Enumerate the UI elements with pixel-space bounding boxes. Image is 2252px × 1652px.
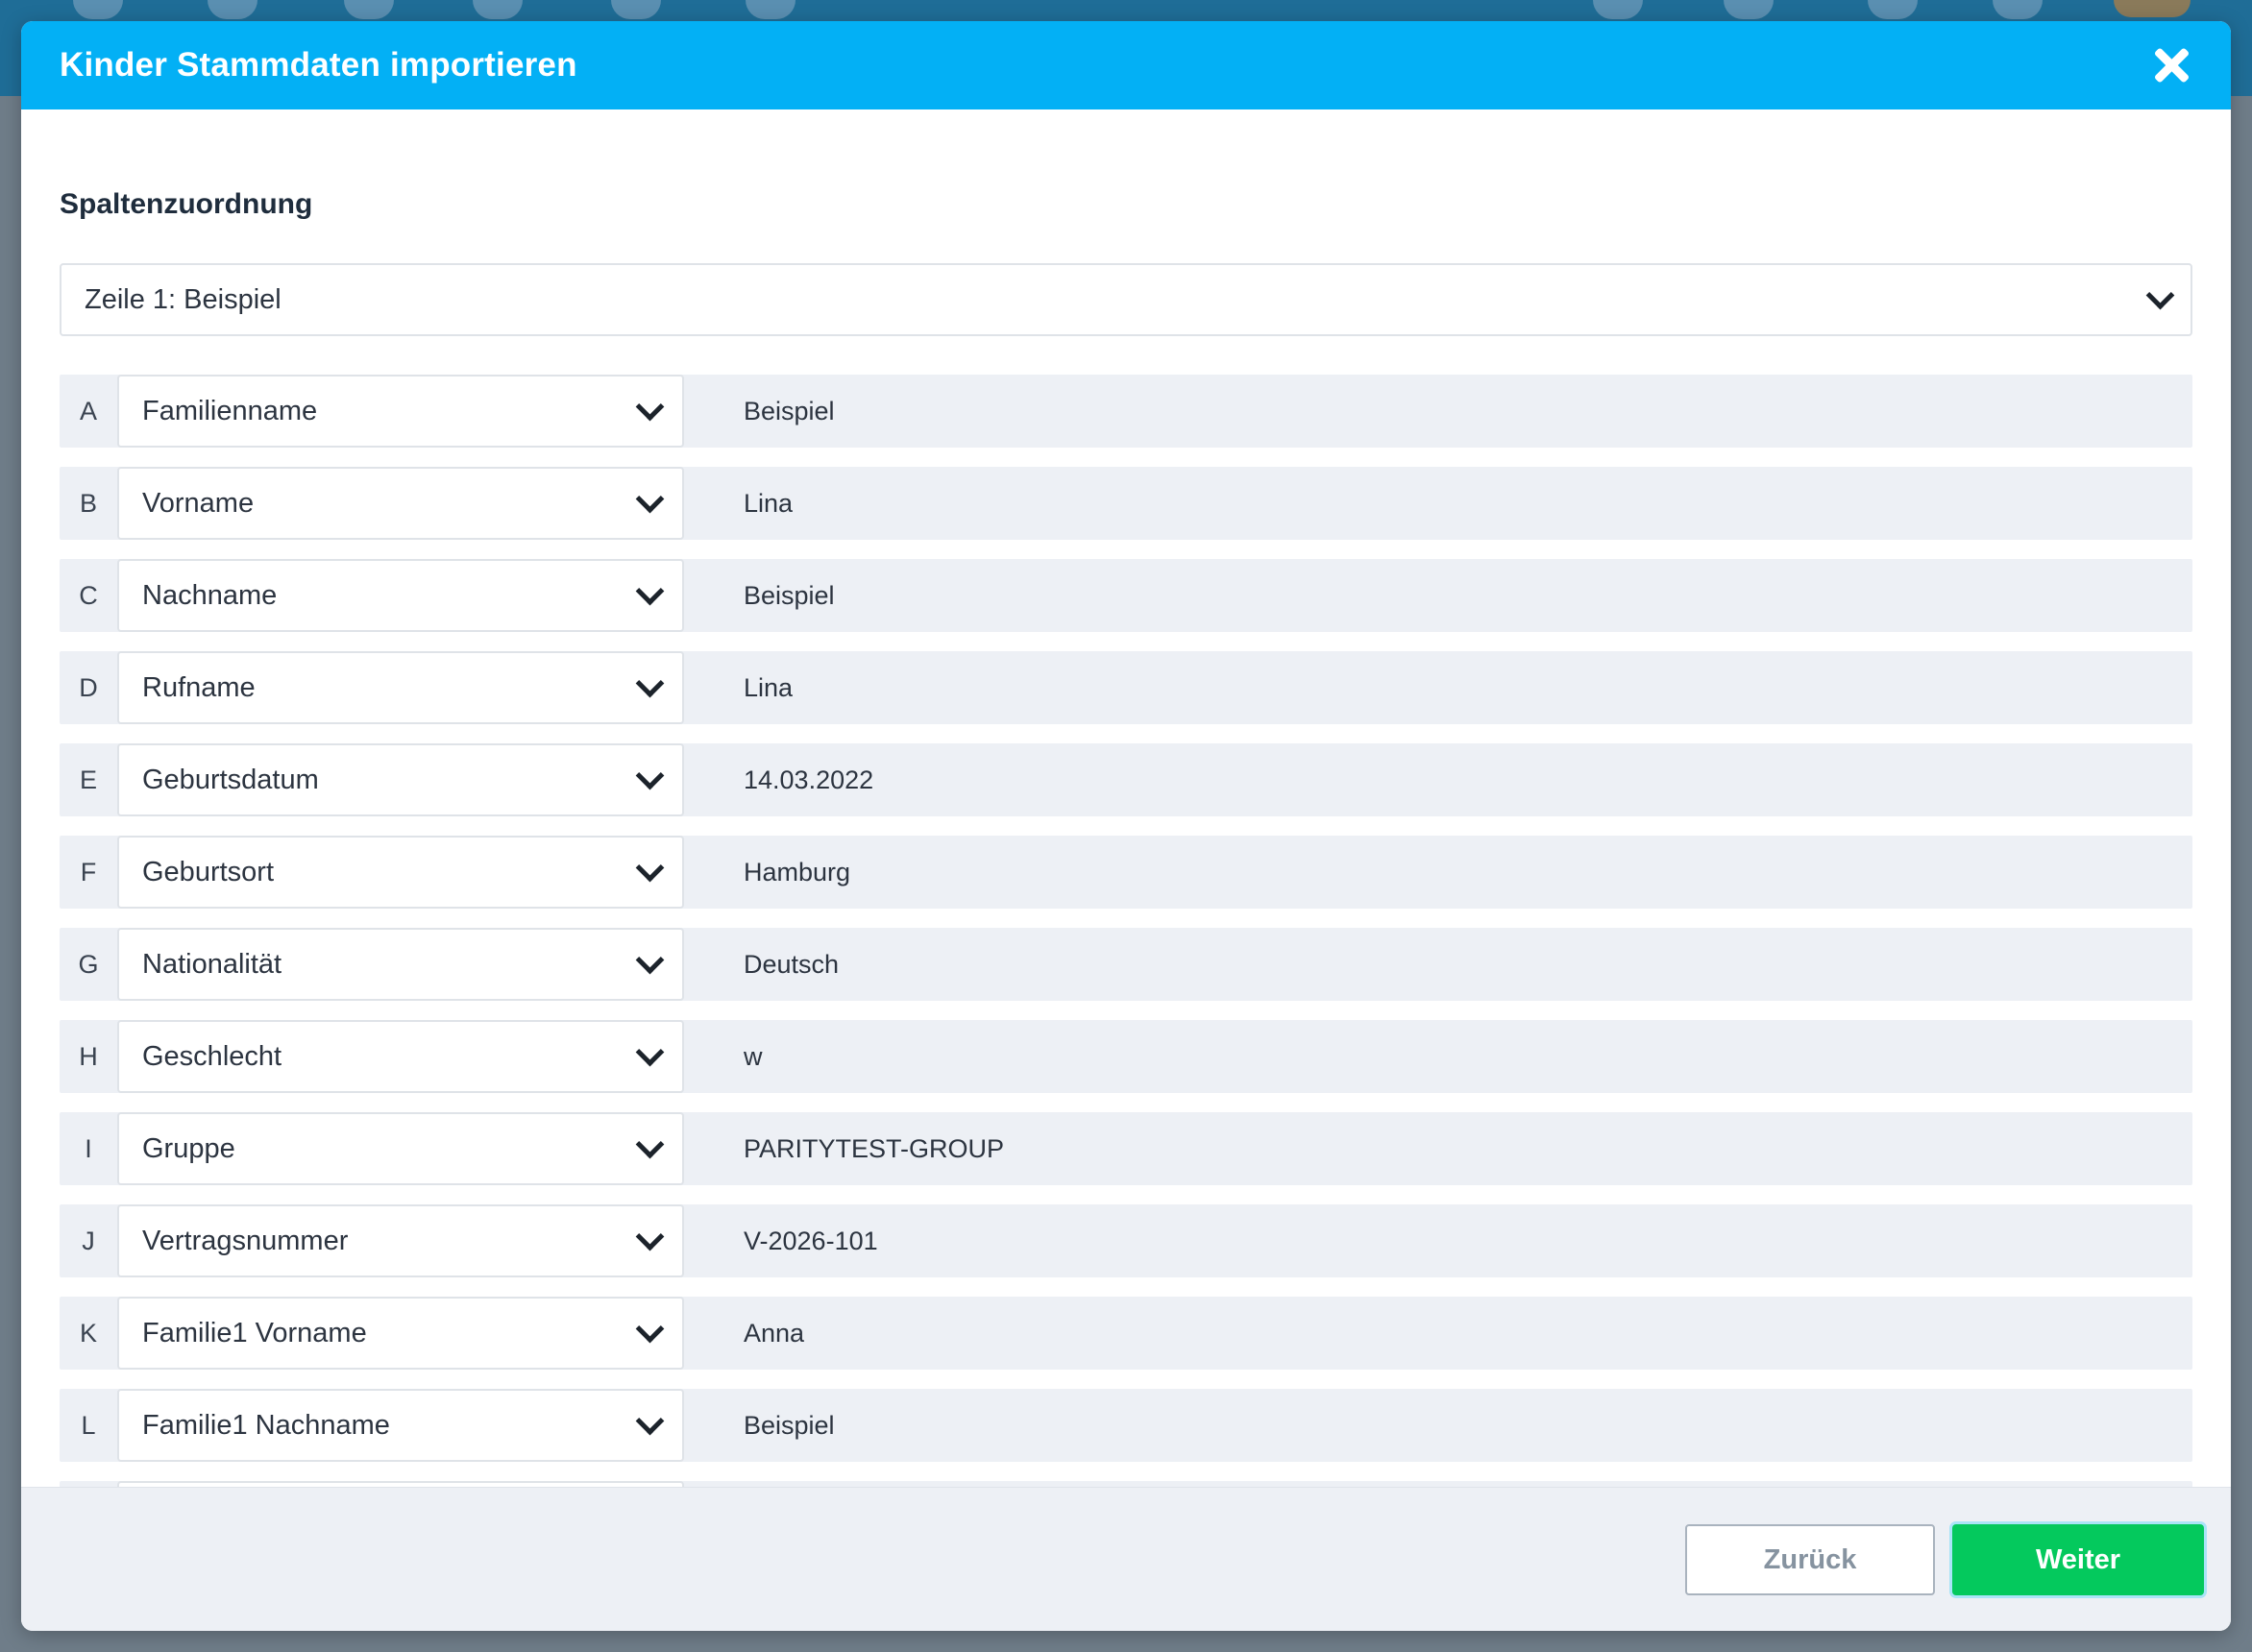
chevron-down-icon: [638, 1230, 659, 1251]
field-select-value: Familie1 Nachname: [142, 1409, 390, 1441]
column-letter: L: [81, 1410, 96, 1440]
profile-icon: [746, 0, 796, 19]
print-icon: [1868, 0, 1918, 19]
sample-value: Lina: [744, 488, 794, 518]
field-select-dropdown[interactable]: Familienname: [117, 375, 684, 448]
field-select-value: Vorname: [142, 487, 255, 519]
document-icon: [344, 0, 394, 19]
sample-value: V-2026-101: [744, 1226, 878, 1255]
row-selector-value: Zeile 1: Beispiel: [85, 283, 282, 315]
close-icon[interactable]: [2150, 44, 2192, 86]
chevron-down-icon: [638, 493, 659, 514]
field-select-dropdown[interactable]: Geburtsdatum: [117, 743, 684, 816]
dialog-footer: Zurück Weiter: [21, 1487, 2231, 1631]
chevron-down-icon: [638, 1415, 659, 1436]
users-icon: [208, 0, 257, 19]
column-mapping-list: A Familienname Beispiel B Vorname Lina C…: [60, 375, 2192, 1506]
chevron-down-icon: [638, 1138, 659, 1159]
sample-value: Deutsch: [744, 949, 840, 979]
field-select-dropdown[interactable]: Vertragsnummer: [117, 1204, 684, 1277]
field-select-dropdown[interactable]: Vorname: [117, 467, 684, 540]
mapping-row: H Geschlecht w: [60, 1020, 2192, 1093]
chevron-down-icon: [638, 862, 659, 883]
field-select-dropdown[interactable]: Familie1 Vorname: [117, 1297, 684, 1370]
sample-value: w: [744, 1041, 763, 1071]
calendar-icon: [611, 0, 661, 19]
mapping-row: I Gruppe PARITYTEST-GROUP: [60, 1112, 2192, 1185]
field-select-value: Nachname: [142, 579, 278, 611]
mapping-row: G Nationalität Deutsch: [60, 928, 2192, 1001]
mapping-row: L Familie1 Nachname Beispiel: [60, 1389, 2192, 1462]
field-select-value: Geburtsdatum: [142, 764, 319, 795]
column-letter: B: [79, 488, 97, 518]
mapping-row: E Geburtsdatum 14.03.2022: [60, 743, 2192, 816]
column-letter: K: [79, 1318, 97, 1348]
row-selector-dropdown[interactable]: Zeile 1: Beispiel: [60, 263, 2192, 336]
gear-icon: [1993, 0, 2043, 19]
sample-value: Hamburg: [744, 857, 851, 887]
column-letter: D: [79, 672, 98, 702]
column-letter: H: [79, 1041, 98, 1071]
chevron-down-icon: [638, 954, 659, 975]
field-select-value: Geburtsort: [142, 856, 274, 887]
column-letter: E: [79, 765, 97, 794]
mapping-row: A Familienname Beispiel: [60, 375, 2192, 448]
field-select-dropdown[interactable]: Nachname: [117, 559, 684, 632]
field-select-dropdown[interactable]: Gruppe: [117, 1112, 684, 1185]
field-select-value: Familienname: [142, 395, 318, 426]
column-letter: A: [79, 396, 97, 425]
field-select-dropdown[interactable]: Geburtsort: [117, 836, 684, 909]
chevron-down-icon: [638, 1323, 659, 1344]
mapping-row: J Vertragsnummer V-2026-101: [60, 1204, 2192, 1277]
chevron-down-icon: [638, 677, 659, 698]
field-select-value: Gruppe: [142, 1132, 235, 1164]
sample-value: Beispiel: [744, 1410, 835, 1440]
chat-icon: [473, 0, 523, 19]
chevron-down-icon: [638, 769, 659, 790]
field-select-value: Vertragsnummer: [142, 1225, 349, 1256]
sample-value: 14.03.2022: [744, 765, 874, 794]
mapping-row: K Familie1 Vorname Anna: [60, 1297, 2192, 1370]
sample-value: Anna: [744, 1318, 805, 1348]
cloud-icon: [1593, 0, 1643, 19]
search-icon: [1724, 0, 1774, 19]
column-letter: C: [79, 580, 98, 610]
field-select-value: Geschlecht: [142, 1040, 282, 1072]
sample-value: Beispiel: [744, 580, 835, 610]
dialog-header: Kinder Stammdaten importieren: [21, 21, 2231, 109]
field-select-dropdown[interactable]: Nationalität: [117, 928, 684, 1001]
mapping-row: C Nachname Beispiel: [60, 559, 2192, 632]
avatar: [2114, 0, 2191, 17]
home-icon: [73, 0, 123, 19]
column-letter: J: [82, 1226, 95, 1255]
mapping-row: B Vorname Lina: [60, 467, 2192, 540]
field-select-dropdown[interactable]: Familie1 Nachname: [117, 1389, 684, 1462]
field-select-value: Rufname: [142, 671, 256, 703]
next-button[interactable]: Weiter: [1952, 1524, 2204, 1595]
mapping-row: D Rufname Lina: [60, 651, 2192, 724]
chevron-down-icon: [2148, 289, 2169, 310]
chevron-down-icon: [638, 1046, 659, 1067]
column-letter: G: [78, 949, 99, 979]
sample-value: Beispiel: [744, 396, 835, 425]
sample-value: PARITYTEST-GROUP: [744, 1133, 1005, 1163]
chevron-down-icon: [638, 585, 659, 606]
field-select-dropdown[interactable]: Geschlecht: [117, 1020, 684, 1093]
field-select-value: Familie1 Vorname: [142, 1317, 367, 1348]
field-select-dropdown[interactable]: Rufname: [117, 651, 684, 724]
mapping-row: F Geburtsort Hamburg: [60, 836, 2192, 909]
chevron-down-icon: [638, 401, 659, 422]
sample-value: Lina: [744, 672, 794, 702]
dialog-body: Spaltenzuordnung Zeile 1: Beispiel A Fam…: [21, 109, 2231, 1506]
import-dialog: Kinder Stammdaten importieren Spaltenzuo…: [21, 21, 2231, 1631]
column-letter: I: [85, 1133, 92, 1163]
column-letter: F: [80, 857, 97, 887]
back-button[interactable]: Zurück: [1685, 1524, 1935, 1595]
field-select-value: Nationalität: [142, 948, 282, 980]
dialog-title: Kinder Stammdaten importieren: [60, 46, 577, 84]
section-title: Spaltenzuordnung: [60, 188, 313, 220]
